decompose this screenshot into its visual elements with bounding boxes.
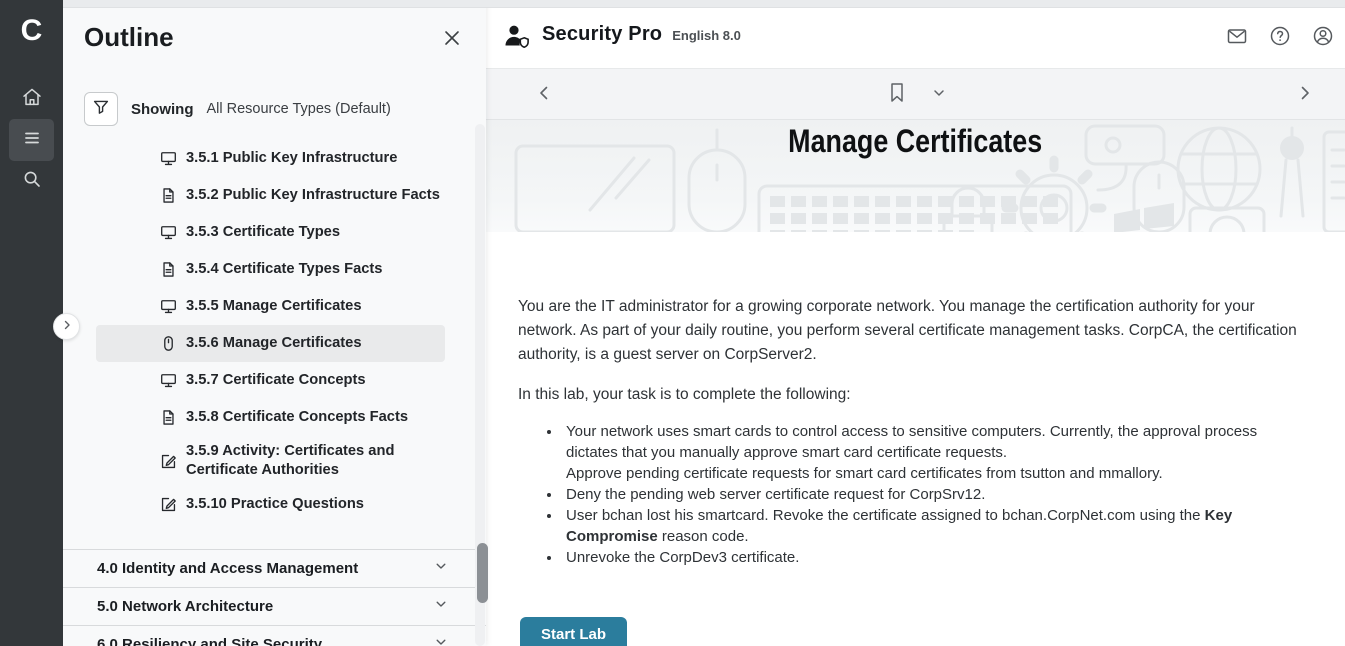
outline-section-label: 4.0 Identity and Access Management <box>97 560 358 577</box>
outline-section-header[interactable]: 4.0 Identity and Access Management <box>63 549 486 587</box>
chevron-down-icon <box>434 635 448 646</box>
outline-item-label: 3.5.4 Certificate Types Facts <box>186 254 382 285</box>
help-button[interactable] <box>1267 25 1293 51</box>
home-button[interactable] <box>9 78 54 120</box>
collapse-rail-button[interactable] <box>53 313 80 340</box>
outline-item[interactable]: 3.5.3 Certificate Types <box>96 214 445 251</box>
chevron-left-icon <box>535 84 553 107</box>
chevron-right-icon <box>61 318 73 336</box>
monitor-icon <box>160 150 177 167</box>
outline-item[interactable]: 3.5.1 Public Key Infrastructure <box>96 140 445 177</box>
scenario-paragraph: You are the IT administrator for a growi… <box>518 295 1304 367</box>
outline-item[interactable]: 3.5.7 Certificate Concepts <box>96 362 445 399</box>
top-strip <box>63 0 1345 8</box>
showing-label: Showing <box>131 101 194 118</box>
chevron-down-icon <box>434 597 448 616</box>
outline-section-label: 5.0 Network Architecture <box>97 598 273 615</box>
outline-item[interactable]: 3.5.5 Manage Certificates <box>96 288 445 325</box>
bookmark-button[interactable] <box>886 81 908 110</box>
outline-sections: 4.0 Identity and Access Management 5.0 Ne… <box>63 549 486 646</box>
outline-menu-button[interactable] <box>9 119 54 161</box>
outline-item-label: 3.5.2 Public Key Infrastructure Facts <box>186 180 440 211</box>
course-header: Security Pro English 8.0 <box>486 8 1345 68</box>
outline-item-label: 3.5.6 Manage Certificates <box>186 328 362 359</box>
filter-button[interactable] <box>84 92 118 126</box>
chevron-down-icon <box>434 559 448 578</box>
monitor-icon <box>160 224 177 241</box>
document-icon <box>160 187 177 204</box>
outline-item[interactable]: 3.5.2 Public Key Infrastructure Facts <box>96 177 445 214</box>
document-icon <box>160 409 177 426</box>
course-brand: Security Pro English 8.0 <box>502 23 741 54</box>
outline-item-label: 3.5.8 Certificate Concepts Facts <box>186 402 408 433</box>
funnel-icon <box>92 98 110 121</box>
outline-item-label: 3.5.3 Certificate Types <box>186 217 340 248</box>
lab-description: You are the IT administrator for a growi… <box>518 295 1304 568</box>
outline-panel: Outline Showing All Resource Types (Defa… <box>63 0 486 646</box>
account-icon <box>1311 24 1335 53</box>
outline-item-label: 3.5.1 Public Key Infrastructure <box>186 143 397 174</box>
outline-section-header[interactable]: 6.0 Resiliency and Site Security <box>63 625 486 646</box>
previous-lesson-button[interactable] <box>532 83 556 107</box>
app-logo: C <box>0 13 63 49</box>
outline-item[interactable]: 3.5.6 Manage Certificates <box>96 325 445 362</box>
bookmark-controls <box>886 81 946 110</box>
monitor-icon <box>160 298 177 315</box>
search-icon <box>22 169 42 194</box>
app-window: C Outline <box>0 0 1345 646</box>
main-area: Security Pro English 8.0 <box>486 0 1345 646</box>
document-icon <box>160 261 177 278</box>
help-icon <box>1268 24 1292 53</box>
chevron-down-icon <box>932 86 946 105</box>
bookmark-menu-button[interactable] <box>932 86 946 105</box>
outline-title: Outline <box>84 22 174 53</box>
home-icon <box>21 86 43 113</box>
course-edition: English 8.0 <box>672 28 741 43</box>
close-icon <box>442 28 462 53</box>
task-item: Your network uses smart cards to control… <box>562 421 1304 484</box>
menu-icon <box>22 128 42 153</box>
outline-section-label: 6.0 Resiliency and Site Security <box>97 636 322 646</box>
outline-item[interactable]: 3.5.4 Certificate Types Facts <box>96 251 445 288</box>
outline-item[interactable]: 3.5.8 Certificate Concepts Facts <box>96 399 445 436</box>
filter-value: All Resource Types (Default) <box>207 101 391 117</box>
task-item: Unrevoke the CorpDev3 certificate. <box>562 547 1304 568</box>
task-item: User bchan lost his smartcard. Revoke th… <box>562 505 1304 547</box>
mail-icon <box>1225 24 1249 53</box>
outline-item-label: 3.5.9 Activity: Certificates and Certifi… <box>186 436 444 486</box>
monitor-icon <box>160 372 177 389</box>
task-intro-paragraph: In this lab, your task is to complete th… <box>518 383 1304 407</box>
task-list: Your network uses smart cards to control… <box>562 421 1304 568</box>
mail-button[interactable] <box>1224 25 1250 51</box>
outline-item-label: 3.5.5 Manage Certificates <box>186 291 362 322</box>
close-outline-button[interactable] <box>440 28 464 52</box>
account-button[interactable] <box>1310 25 1336 51</box>
page-title: Manage Certificates <box>486 123 1345 160</box>
pencil-icon <box>160 496 177 513</box>
mouse-icon <box>160 335 177 352</box>
search-button[interactable] <box>9 160 54 202</box>
bookmark-icon <box>886 81 908 110</box>
panel-scrollbar-thumb[interactable] <box>477 543 488 603</box>
lesson-banner: Manage Certificates <box>486 120 1345 232</box>
outline-section-header[interactable]: 5.0 Network Architecture <box>63 587 486 625</box>
outline-item-label: 3.5.10 Practice Questions <box>186 489 364 520</box>
outline-item[interactable]: 3.5.9 Activity: Certificates and Certifi… <box>96 436 445 486</box>
outline-list: 3.5.1 Public Key Infrastructure 3.5.2 Pub… <box>63 140 486 523</box>
chevron-right-icon <box>1296 84 1314 107</box>
person-shield-icon <box>502 23 532 54</box>
resource-filter-row: Showing All Resource Types (Default) <box>84 92 391 126</box>
task-item: Deny the pending web server certificate … <box>562 484 1304 505</box>
pencil-icon <box>160 453 177 470</box>
start-lab-button[interactable]: Start Lab <box>520 617 627 646</box>
course-title: Security Pro <box>542 23 662 46</box>
next-lesson-button[interactable] <box>1293 83 1317 107</box>
lesson-navbar <box>486 68 1345 120</box>
outline-item[interactable]: 3.5.10 Practice Questions <box>96 486 445 523</box>
header-icons <box>1224 8 1336 68</box>
outline-item-label: 3.5.7 Certificate Concepts <box>186 365 366 396</box>
